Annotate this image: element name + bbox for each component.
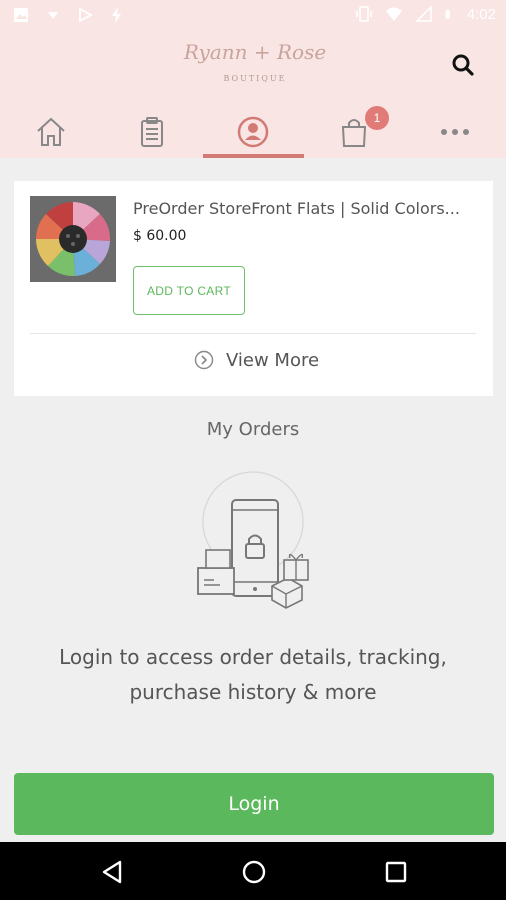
view-more-link[interactable]: View More [194,347,319,373]
signal-icon [414,5,432,22]
logo-subtext: BOUTIQUE [223,74,287,83]
login-button[interactable]: Login [14,773,494,835]
search-icon[interactable] [450,52,476,78]
divider [30,333,476,334]
back-icon[interactable] [98,858,126,886]
product-card: PreOrder StoreFront Flats | Solid Colors… [14,181,493,396]
flash-icon [112,7,121,23]
download-icon [48,12,58,19]
login-message: Login to access order details, tracking,… [0,640,506,710]
nav-orders[interactable] [102,106,202,158]
my-orders-title: My Orders [206,419,300,440]
product-price: $ 60.00 [133,228,187,244]
logo-text: Ryann + Rose [183,40,327,64]
nav-cart[interactable] [304,106,404,158]
clipboard-icon [141,117,163,147]
recents-icon[interactable] [382,858,410,886]
boutique-logo[interactable]: Ryann + Rose BOUTIQUE [180,40,330,88]
user-icon [237,116,269,148]
active-tab-indicator [203,154,304,158]
image-icon [14,8,28,22]
system-nav-bar [0,842,506,900]
home-button-icon[interactable] [240,858,268,886]
view-more-label: View More [226,349,320,371]
wifi-icon [385,7,402,21]
main-nav [0,106,506,158]
clock: 4:02 [466,5,496,23]
nav-home[interactable] [1,106,101,158]
more-icon [441,129,469,135]
nav-account[interactable] [203,106,303,158]
vibrate-icon [355,6,372,22]
add-to-cart-button[interactable]: ADD TO CART [133,266,245,315]
cart-count-badge: 1 [365,106,389,130]
product-image[interactable] [30,196,116,282]
app-header: Ryann + Rose BOUTIQUE [0,30,506,158]
chevron-right-circle-icon [194,350,214,370]
locked-phone-illustration [197,471,309,609]
login-message-line2: purchase history & more [129,680,377,704]
play-store-icon [79,7,93,23]
login-message-line1: Login to access order details, tracking, [59,645,447,669]
product-title[interactable]: PreOrder StoreFront Flats | Solid Colors… [133,199,478,218]
nav-more[interactable] [405,106,505,158]
status-bar: 4:02 [0,0,506,30]
battery-icon [445,9,450,19]
home-icon [37,117,65,146]
